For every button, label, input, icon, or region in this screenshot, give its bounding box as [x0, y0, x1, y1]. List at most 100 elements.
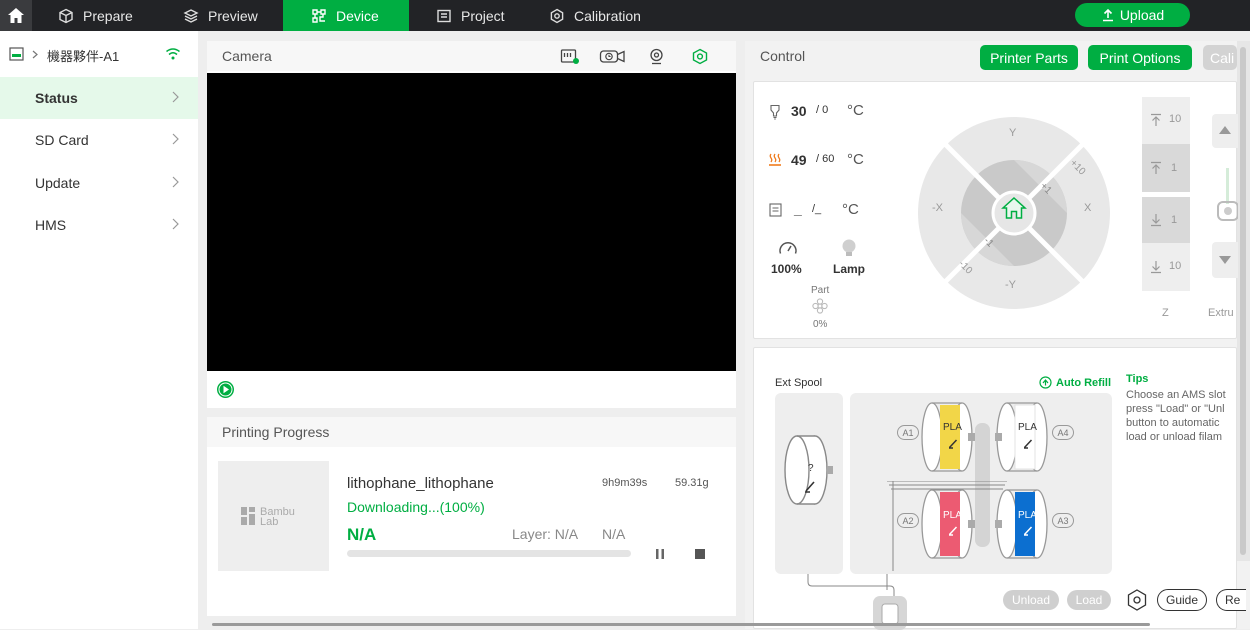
scrollbar-track[interactable] — [1237, 41, 1250, 561]
printer-parts-button[interactable]: Printer Parts — [980, 45, 1078, 70]
part-fan-label: Part — [811, 285, 830, 296]
ams-slot-a3-spool[interactable] — [995, 486, 1051, 562]
extruder-up-button[interactable] — [1212, 114, 1238, 148]
ams-slot-a4-spool[interactable] — [995, 399, 1051, 475]
pause-icon[interactable] — [654, 548, 666, 560]
printer-icon — [9, 47, 24, 61]
horizontal-scrollbar[interactable] — [212, 623, 1150, 626]
extruder-down-button[interactable] — [1212, 242, 1238, 278]
chamber-temp-unit: °C — [842, 201, 859, 218]
triangle-up-icon — [1219, 126, 1231, 134]
ams-slot-a2-material: PLA — [943, 510, 962, 521]
z-down-1-button[interactable]: 1 — [1142, 197, 1190, 243]
camera-title: Camera — [222, 48, 272, 64]
tab-calibration[interactable]: Calibration — [549, 0, 641, 31]
unload-button[interactable]: Unload — [1003, 590, 1059, 610]
edit-icon[interactable] — [948, 438, 959, 449]
print-time: 9h9m39s — [602, 477, 648, 489]
retry-button[interactable]: Re — [1216, 589, 1246, 611]
nozzle-target-temp[interactable]: / 0 — [816, 104, 828, 116]
thumbnail-logo-line2: Lab — [260, 516, 279, 528]
edit-icon[interactable] — [948, 525, 959, 536]
ams-slot-a3-badge: A3 — [1052, 513, 1074, 528]
speed-gauge-icon[interactable] — [778, 240, 798, 256]
tab-project[interactable]: Project — [436, 0, 505, 31]
control-title: Control — [760, 48, 806, 64]
z-up-10-label: 10 — [1169, 113, 1182, 125]
tab-label: Preview — [208, 7, 258, 24]
jog-x-label[interactable]: X — [1084, 202, 1091, 214]
ams-unit-box: PLA A1 PLA A4 PLA A2 PLA A3 — [850, 393, 1112, 574]
camera-video-view[interactable] — [207, 73, 736, 371]
chamber-target-temp[interactable]: /_ — [812, 203, 821, 215]
sidebar-item-status[interactable]: Status — [0, 77, 198, 119]
jog-neg-y-label[interactable]: -Y — [1005, 279, 1016, 291]
device-icon — [312, 8, 326, 23]
sd-card-record-icon[interactable] — [560, 48, 580, 65]
z-up-10-button[interactable]: 10 — [1142, 97, 1190, 144]
ams-slot-a1-spool[interactable] — [920, 399, 976, 475]
sidebar-item-sd-card[interactable]: SD Card — [0, 119, 198, 161]
device-selector[interactable]: 機器夥伴-A1 — [0, 31, 198, 77]
play-icon[interactable] — [216, 380, 235, 399]
camera-settings-icon[interactable] — [691, 48, 709, 65]
scrollbar-thumb[interactable] — [1240, 47, 1246, 555]
print-file-name: lithophane_lithophane — [347, 475, 494, 492]
ams-settings-icon[interactable] — [1125, 588, 1149, 612]
ext-spool-box[interactable]: ? — [775, 393, 843, 574]
edit-icon[interactable] — [1023, 438, 1034, 449]
auto-refill-button[interactable]: Auto Refill — [1039, 376, 1111, 389]
chevron-right-icon — [32, 50, 38, 59]
tips-line: press "Load" or "Unl — [1126, 403, 1225, 415]
home-button[interactable] — [0, 0, 32, 31]
slot-id: A2 — [902, 515, 914, 526]
ams-slot-a2-spool[interactable] — [920, 486, 976, 562]
load-button[interactable]: Load — [1067, 590, 1111, 610]
z-up-1-button[interactable]: 1 — [1142, 144, 1190, 192]
z-down-1-label: 1 — [1171, 214, 1178, 226]
z-down-10-button[interactable]: 10 — [1142, 243, 1190, 291]
camera-panel: Camera — [207, 41, 736, 408]
tab-label: Calibration — [574, 7, 641, 24]
stop-icon[interactable] — [694, 548, 706, 560]
bed-temp-unit: °C — [847, 151, 864, 168]
upload-button[interactable]: Upload — [1075, 3, 1190, 27]
tab-preview[interactable]: Preview — [183, 0, 258, 31]
tab-prepare[interactable]: Prepare — [58, 0, 133, 31]
triangle-down-icon — [1219, 256, 1231, 264]
ams-slot-a1-badge: A1 — [897, 425, 919, 440]
chamber-current-temp: _ — [794, 201, 802, 217]
guide-button[interactable]: Guide — [1157, 589, 1207, 611]
arrow-down-icon — [1151, 214, 1161, 227]
layer-info: Layer: N/A — [512, 526, 579, 542]
bed-target-temp[interactable]: / 60 — [816, 153, 834, 165]
lamp-icon[interactable] — [841, 239, 857, 258]
upload-icon — [1102, 8, 1113, 22]
home-axes-icon[interactable] — [1001, 196, 1027, 220]
unload-label: Unload — [1011, 593, 1051, 607]
sidebar-item-update[interactable]: Update — [0, 162, 198, 204]
wifi-icon — [166, 48, 180, 60]
printer-parts-label: Printer Parts — [990, 49, 1068, 66]
ams-slot-a4-badge: A4 — [1052, 425, 1074, 440]
cube-icon — [59, 8, 73, 23]
edit-icon[interactable] — [1023, 525, 1034, 536]
chevron-right-icon — [172, 218, 179, 230]
part-fan-value: 0% — [813, 319, 828, 330]
printing-progress-panel: Printing Progress Bambu Lab lithophane_l… — [207, 417, 736, 616]
print-options-button[interactable]: Print Options — [1088, 45, 1192, 70]
tips-line: button to automatic — [1126, 417, 1220, 429]
sidebar-item-hms[interactable]: HMS — [0, 204, 198, 246]
tab-device[interactable]: Device — [283, 0, 409, 31]
guide-label: Guide — [1165, 593, 1199, 607]
tips-line: Choose an AMS slot — [1126, 389, 1226, 401]
ams-slot-a1-material: PLA — [943, 422, 962, 433]
calibration-button[interactable]: Cali — [1203, 45, 1237, 70]
jog-neg-x-label[interactable]: -X — [932, 202, 943, 214]
webcam-icon[interactable] — [648, 48, 665, 65]
fan-icon[interactable] — [812, 298, 828, 314]
edit-icon[interactable] — [804, 479, 818, 493]
timelapse-icon[interactable] — [599, 48, 626, 65]
chevron-right-icon — [172, 133, 179, 145]
jog-y-label[interactable]: Y — [1009, 127, 1016, 139]
